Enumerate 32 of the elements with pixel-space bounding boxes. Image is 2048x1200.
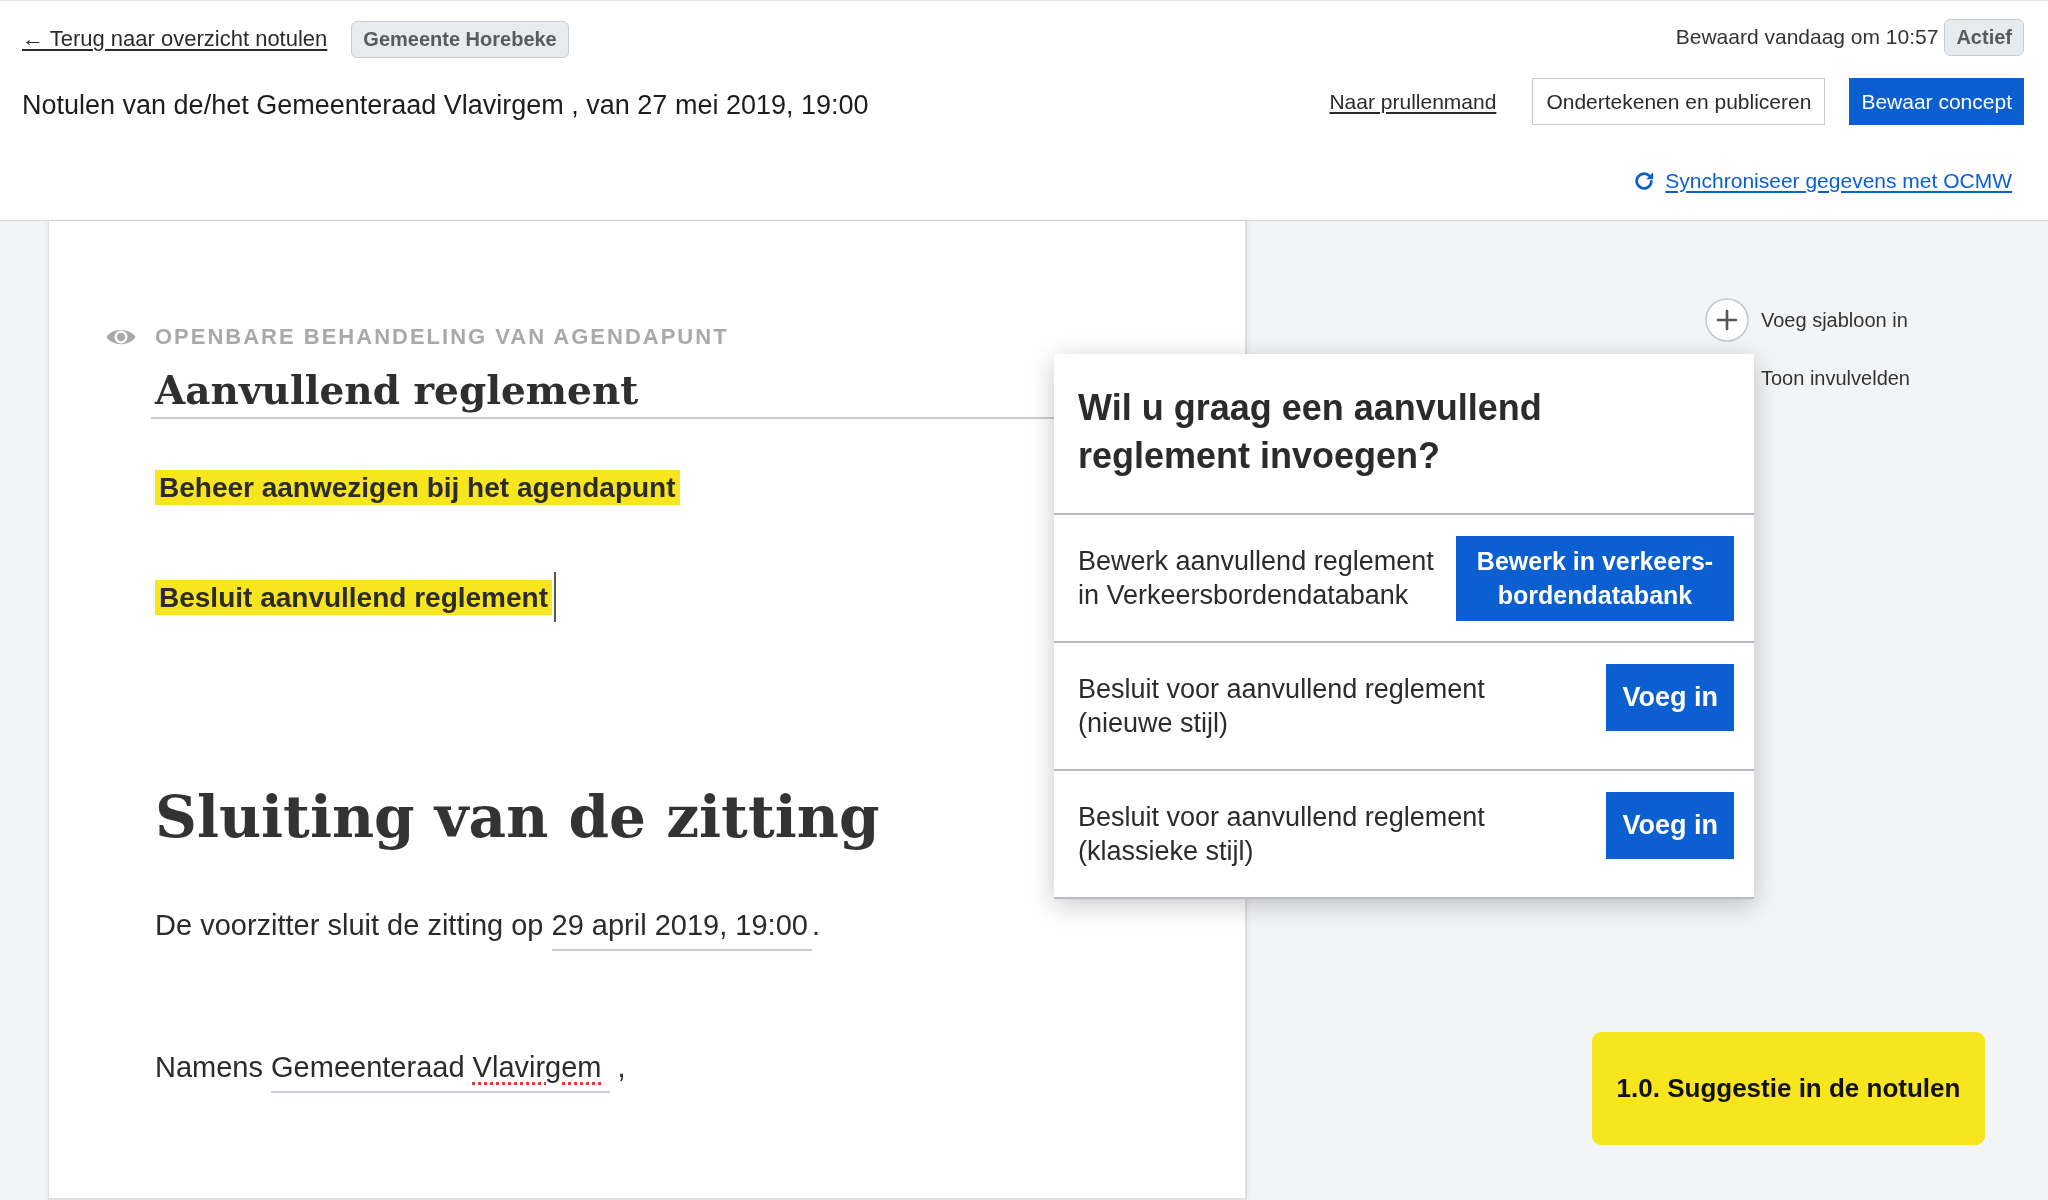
primary-button[interactable]: Bewaar concept — [1849, 78, 2024, 125]
option-description: Bewerk aanvullend reglement in Verkeersbordendatabank — [1078, 545, 1435, 612]
trash-link[interactable]: Naar prullenmand — [1329, 78, 1497, 125]
sync-link[interactable]: Synchroniseer gegevens met OCMW — [1633, 169, 2012, 193]
date-field[interactable]: 29 april 2019, 19:00 — [551, 907, 812, 951]
plus-circle-icon[interactable] — [1705, 298, 1749, 342]
highlighted-text: Beheer aanwezigen bij het agendapunt — [155, 469, 680, 505]
save-status: Bewaard vandaag om 10:57 — [1675, 25, 1939, 49]
option-button[interactable]: Bewerk in verkeers-bordendatabank — [1456, 535, 1734, 621]
status-badge: Actief — [1944, 18, 2024, 56]
field-word: Vlavirgem — [472, 1051, 602, 1083]
section-label: OPENBARE BEHANDELING VAN AGENDAPUNT — [155, 324, 729, 350]
name-field[interactable]: Gemeenteraad Vlavirgem — [271, 1049, 610, 1093]
organization-badge: Gemeente Horebeke — [351, 20, 569, 58]
section-heading: Sluiting van de zitting — [155, 782, 880, 852]
suggestion-callout: 1.0. Suggestie in de notulen — [1592, 1032, 1985, 1145]
option-button[interactable]: Voeg in — [1606, 791, 1734, 859]
option-description: Besluit voor aanvullend reglement (nieuwe stijl) — [1078, 673, 1486, 740]
sidebar-action[interactable]: Voeg sjabloon in — [1761, 308, 1908, 332]
eye-icon — [106, 327, 136, 347]
field-word: Gemeenteraad — [271, 1051, 465, 1083]
option-description: Besluit voor aanvullend reglement (klassieke stijl) — [1078, 801, 1486, 868]
dialog-title: Wil u graag een aanvullend reglement invoegen? — [1077, 386, 1543, 478]
option-button[interactable]: Voeg in — [1606, 663, 1734, 731]
signature-line: Namens Gemeenteraad Vlavirgem , — [155, 1049, 626, 1093]
page-title: Notulen van de/het Gemeenteraad Vlavirgem , van 27 mei 2019, 19:00 — [22, 89, 869, 122]
sidebar-action[interactable]: Toon invulvelden — [1761, 367, 1910, 390]
back-link[interactable]: ← Terug naar overzicht notulen — [22, 26, 328, 52]
secondary-button[interactable]: Ondertekenen en publiceren — [1532, 78, 1826, 125]
highlighted-text: Besluit aanvullend reglement — [155, 579, 552, 615]
closing-paragraph: De voorzitter sluit de zitting op 29 april 2019, 19:00. — [155, 907, 820, 951]
refresh-icon — [1633, 170, 1656, 192]
